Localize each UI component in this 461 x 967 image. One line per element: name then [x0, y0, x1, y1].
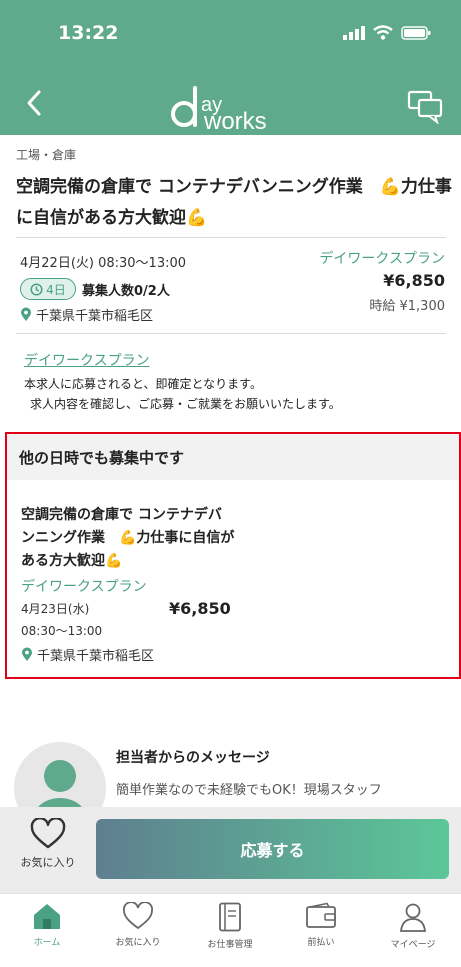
other-dates-heading: 他の日時でも募集中です	[7, 434, 459, 480]
job-date: 4月22日(火) 08:30〜13:00	[20, 256, 187, 271]
home-icon	[34, 904, 60, 929]
logo-mark: ay works	[171, 86, 267, 135]
other-job-date: 4月23日(水)	[21, 602, 90, 616]
tab-home-label: ホーム	[33, 938, 61, 948]
notebook-icon	[219, 902, 241, 932]
tab-prepayment[interactable]: 前払い	[276, 902, 366, 948]
heart-icon	[123, 902, 153, 930]
chat-icon	[407, 90, 443, 125]
job-location-label: 千葉県千葉市稲毛区	[36, 309, 154, 324]
app-header: 13:22 ay works	[0, 0, 461, 135]
other-dates-section: 他の日時でも募集中です 空調完備の倉庫で コンテナデバンニング作業 💪力仕事に自…	[5, 432, 461, 679]
plan-desc-line-1: 本求人に応募されると、即確定となります。	[24, 377, 262, 391]
job-plan: デイワークスプラン	[319, 251, 445, 267]
divider	[16, 237, 446, 238]
plan-link[interactable]: デイワークスプラン	[24, 350, 150, 370]
battery-icon	[401, 25, 431, 40]
recruit-count: 募集人数0/2人	[82, 284, 170, 299]
tab-favorites-label: お気に入り	[115, 938, 161, 948]
job-title: 空調完備の倉庫で コンテナデバンニング作業 💪力仕事に自信がある方大歓迎💪	[16, 177, 452, 228]
tab-prepayment-label: 前払い	[307, 938, 335, 948]
favorite-button[interactable]: お気に入り	[10, 818, 86, 884]
tab-mypage-label: マイページ	[390, 940, 436, 950]
other-job-location: 千葉県千葉市稲毛区	[21, 645, 154, 664]
tab-job-management[interactable]: お仕事管理	[185, 902, 275, 950]
favorite-label: お気に入り	[20, 856, 76, 869]
tab-favorites[interactable]: お気に入り	[93, 902, 183, 948]
map-pin-icon	[22, 647, 32, 661]
other-job-price: ¥6,850	[169, 599, 231, 618]
days-badge: 4日	[20, 278, 76, 300]
clock-icon	[30, 282, 43, 296]
chevron-left-icon	[27, 90, 41, 116]
tab-home[interactable]: ホーム	[2, 902, 92, 948]
job-hourly-wage: 時給 ¥1,300	[369, 299, 445, 314]
divider	[16, 333, 446, 334]
plan-desc-line-2: 求人内容を確認し、ご応募・ご就業をお願いいたします。	[30, 397, 341, 411]
job-location: 千葉県千葉市稲毛区	[20, 305, 153, 324]
status-time: 13:22	[58, 22, 119, 44]
message-heading: 担当者からのメッセージ	[116, 750, 270, 766]
message-text: 簡単作業なので未経験でもOK！現場スタッフ	[116, 783, 382, 798]
other-job-title[interactable]: 空調完備の倉庫で コンテナデバンニング作業 💪力仕事に自信がある方大歓迎💪	[21, 504, 236, 573]
job-price: ¥6,850	[383, 271, 445, 290]
bottom-tab-bar: ホーム お気に入り お仕事管理 前払い マイページ	[0, 893, 461, 967]
signal-icon	[343, 25, 365, 40]
wallet-icon	[306, 902, 336, 928]
apply-button[interactable]: 応募する	[96, 819, 449, 879]
map-pin-icon	[21, 307, 31, 321]
heart-icon	[30, 818, 66, 849]
job-category: 工場・倉庫	[16, 148, 77, 162]
days-badge-label: 4日	[46, 282, 66, 297]
wifi-icon	[373, 25, 393, 40]
tab-job-management-label: お仕事管理	[207, 940, 253, 950]
back-button[interactable]	[20, 86, 50, 120]
plan-description: 本求人に応募されると、即確定となります。 求人内容を確認し、ご応募・ご就業をお願…	[24, 374, 454, 414]
tab-mypage[interactable]: マイページ	[368, 902, 458, 950]
other-job-location-label: 千葉県千葉市稲毛区	[37, 649, 155, 664]
other-job-time: 08:30〜13:00	[21, 624, 103, 638]
person-icon	[399, 903, 427, 932]
chat-button[interactable]	[407, 88, 443, 125]
dayworks-logo: ay works	[168, 84, 298, 135]
status-icons	[343, 25, 431, 40]
svg-text:works: works	[203, 108, 267, 132]
other-job-plan: デイワークスプラン	[21, 579, 147, 595]
